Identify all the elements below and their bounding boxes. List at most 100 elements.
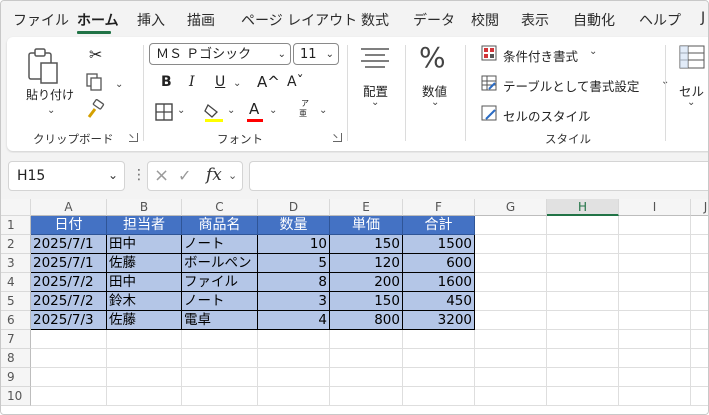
- chevron-down-icon[interactable]: ⌄: [581, 106, 589, 117]
- row-header-5[interactable]: 5: [1, 292, 31, 311]
- cell[interactable]: [330, 368, 403, 387]
- table-cell[interactable]: 田中: [107, 273, 182, 292]
- cancel-icon[interactable]: ×: [154, 165, 169, 186]
- paste-chevron-icon[interactable]: ⌄: [47, 105, 55, 116]
- row-header-10[interactable]: 10: [1, 387, 31, 406]
- underline-button[interactable]: U: [215, 74, 225, 90]
- table-cell[interactable]: 150: [330, 235, 403, 254]
- table-cell[interactable]: ボールペン: [182, 254, 258, 273]
- column-header-a[interactable]: A: [31, 199, 107, 216]
- row-header-6[interactable]: 6: [1, 311, 31, 330]
- cell[interactable]: [107, 368, 182, 387]
- cell[interactable]: [691, 254, 708, 273]
- table-cell[interactable]: 600: [403, 254, 475, 273]
- row-header-7[interactable]: 7: [1, 330, 31, 349]
- table-header-cell[interactable]: 日付: [31, 216, 107, 235]
- row-header-1[interactable]: 1: [1, 216, 31, 235]
- table-cell[interactable]: 5: [258, 254, 330, 273]
- cell[interactable]: [619, 311, 691, 330]
- table-cell[interactable]: 2025/7/3: [31, 311, 107, 330]
- name-box[interactable]: H15 ⌄: [8, 161, 125, 191]
- cell[interactable]: [691, 387, 708, 406]
- column-header-b[interactable]: B: [107, 199, 182, 216]
- tab-view[interactable]: 表示: [521, 10, 549, 30]
- row-header-3[interactable]: 3: [1, 254, 31, 273]
- table-cell[interactable]: 2025/7/2: [31, 292, 107, 311]
- format-as-table-button[interactable]: テーブルとして書式設定: [503, 76, 639, 95]
- cell[interactable]: [619, 368, 691, 387]
- tab-page-layout[interactable]: ページ レイアウト: [241, 10, 357, 30]
- tab-more[interactable]: J: [701, 10, 705, 26]
- cell[interactable]: [619, 254, 691, 273]
- cell[interactable]: [619, 235, 691, 254]
- cell[interactable]: [691, 292, 708, 311]
- table-cell[interactable]: 3: [258, 292, 330, 311]
- cell[interactable]: [619, 387, 691, 406]
- cell[interactable]: [547, 330, 619, 349]
- cell[interactable]: [182, 330, 258, 349]
- cell[interactable]: [107, 330, 182, 349]
- column-header-j[interactable]: J: [691, 199, 708, 216]
- table-cell[interactable]: 3200: [403, 311, 475, 330]
- cell[interactable]: [330, 330, 403, 349]
- formula-input[interactable]: [249, 161, 708, 191]
- chevron-down-icon[interactable]: ⌄: [589, 46, 597, 57]
- cell[interactable]: [258, 349, 330, 368]
- row-header-8[interactable]: 8: [1, 349, 31, 368]
- row-header-9[interactable]: 9: [1, 368, 31, 387]
- format-painter-icon[interactable]: [85, 98, 105, 123]
- table-cell[interactable]: ノート: [182, 235, 258, 254]
- copy-icon[interactable]: [85, 73, 103, 95]
- cut-icon[interactable]: ✂: [89, 45, 102, 64]
- cell[interactable]: [475, 216, 547, 235]
- table-cell[interactable]: 1600: [403, 273, 475, 292]
- shrink-font-button[interactable]: Aˇ: [287, 74, 304, 90]
- underline-chevron-icon[interactable]: ⌄: [233, 78, 241, 89]
- table-cell[interactable]: 800: [330, 311, 403, 330]
- clipboard-launcher-icon[interactable]: [129, 133, 138, 142]
- tab-review[interactable]: 校閲: [471, 10, 499, 30]
- borders-chevron-icon[interactable]: ⌄: [177, 105, 185, 116]
- column-header-d[interactable]: D: [258, 199, 330, 216]
- cell[interactable]: [31, 330, 107, 349]
- cell[interactable]: [547, 235, 619, 254]
- insert-function-icon[interactable]: fx: [206, 165, 222, 185]
- cell-styles-button[interactable]: セルのスタイル: [503, 106, 591, 125]
- cell[interactable]: [403, 368, 475, 387]
- cell[interactable]: [547, 273, 619, 292]
- cell[interactable]: [330, 349, 403, 368]
- table-cell[interactable]: 8: [258, 273, 330, 292]
- table-cell[interactable]: 鈴木: [107, 292, 182, 311]
- row-header-4[interactable]: 4: [1, 273, 31, 292]
- tab-help[interactable]: ヘルプ: [639, 10, 681, 30]
- table-header-cell[interactable]: 合計: [403, 216, 475, 235]
- tab-formulas[interactable]: 数式: [361, 10, 389, 30]
- cell[interactable]: [31, 349, 107, 368]
- table-cell[interactable]: 2025/7/1: [31, 235, 107, 254]
- cell[interactable]: [547, 311, 619, 330]
- tab-file[interactable]: ファイル: [13, 10, 69, 30]
- borders-icon[interactable]: [155, 103, 173, 125]
- cell[interactable]: [31, 368, 107, 387]
- more-options-icon[interactable]: ⋮: [132, 167, 146, 183]
- cell[interactable]: [547, 349, 619, 368]
- chevron-down-icon[interactable]: ⌄: [108, 168, 118, 182]
- cell[interactable]: [691, 311, 708, 330]
- grow-font-button[interactable]: A^: [257, 73, 280, 91]
- cell[interactable]: [182, 368, 258, 387]
- table-cell[interactable]: 200: [330, 273, 403, 292]
- tab-automate[interactable]: 自動化: [573, 10, 615, 30]
- cell[interactable]: [258, 330, 330, 349]
- cell[interactable]: [475, 292, 547, 311]
- tab-home[interactable]: ホーム: [77, 10, 119, 30]
- worksheet-grid[interactable]: ABCDEFGHIJ 1 2 3 4 5 6 7 8 9 10 日付 担当者 商品名 数量 単価 合計 202…: [1, 199, 708, 414]
- cell[interactable]: [258, 387, 330, 406]
- cell[interactable]: [619, 292, 691, 311]
- font-color-button[interactable]: A: [249, 100, 259, 118]
- table-cell[interactable]: 120: [330, 254, 403, 273]
- cell[interactable]: [475, 254, 547, 273]
- cell[interactable]: [107, 349, 182, 368]
- cell[interactable]: [475, 387, 547, 406]
- font-name-select[interactable]: ＭＳ Ｐゴシック ⌄: [149, 43, 291, 65]
- column-header-f[interactable]: F: [403, 199, 475, 216]
